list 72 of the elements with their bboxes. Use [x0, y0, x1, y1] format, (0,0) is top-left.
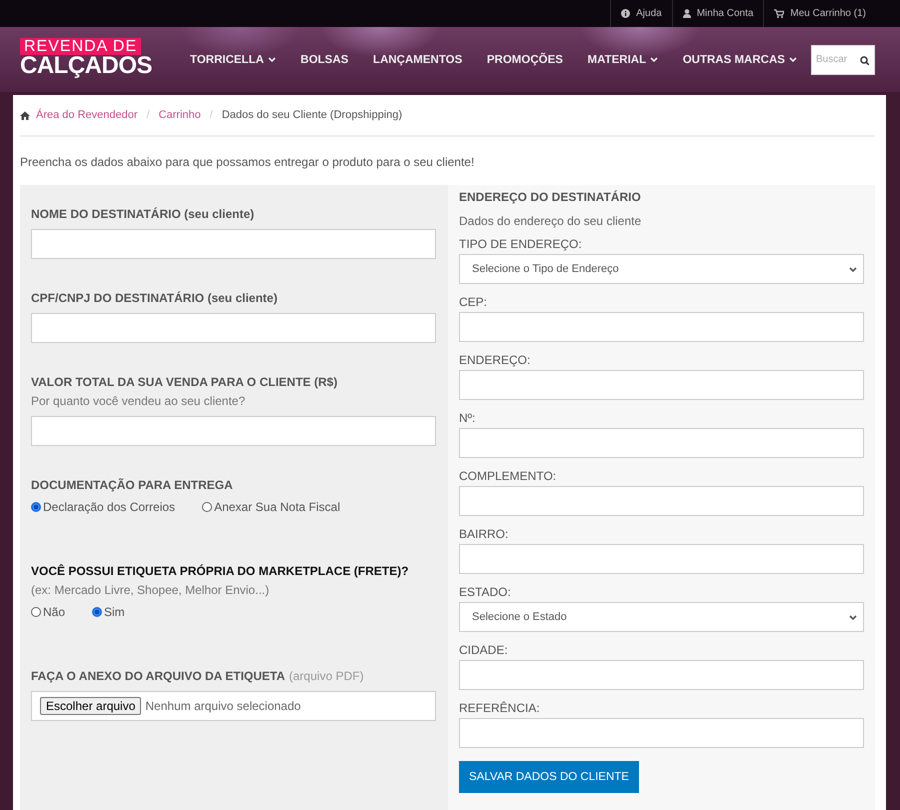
text-field[interactable]	[459, 486, 864, 516]
cart-icon	[774, 9, 784, 18]
field-label: DOCUMENTAÇÃO PARA ENTREGA	[31, 478, 234, 492]
field-label: FAÇA O ANEXO DO ARQUIVO DA ETIQUETA	[31, 669, 286, 683]
chevron-down-icon	[268, 56, 276, 63]
text-field[interactable]	[459, 544, 864, 574]
top-link[interactable]: Ajuda	[610, 0, 672, 27]
chevron-down-icon	[849, 266, 857, 272]
field-label: CIDADE:	[459, 643, 509, 657]
field-label: BAIRRO:	[459, 527, 510, 541]
field-label: TIPO DE ENDEREÇO:	[459, 237, 583, 251]
info-icon	[621, 9, 630, 18]
nav-link[interactable]: LANÇAMENTOS	[373, 54, 462, 66]
text-field[interactable]	[459, 428, 864, 458]
text-field[interactable]	[459, 660, 864, 690]
field-hint: Por quanto você vendeu ao seu cliente?	[31, 394, 246, 408]
text-field[interactable]	[31, 229, 436, 259]
chevron-down-icon	[849, 614, 857, 620]
save-button[interactable]: SALVAR DADOS DO CLIENTE	[459, 761, 639, 793]
nav-link[interactable]: TORRICELLA	[190, 54, 276, 66]
file-status: Nenhum arquivo selecionado	[145, 699, 301, 713]
choose-file-button[interactable]: Escolher arquivo	[40, 697, 142, 715]
option-label: Declaração dos Correios	[43, 500, 176, 514]
radio-button[interactable]	[31, 607, 41, 617]
nav-link[interactable]: PROMOÇÕES	[486, 54, 563, 66]
text-field[interactable]	[459, 718, 864, 748]
field-label: VOCÊ POSSUI ETIQUETA PRÓPRIA DO MARKETPLACE (FRETE)?	[31, 564, 410, 578]
option-label: Anexar Sua Nota Fiscal	[214, 500, 340, 514]
text-field[interactable]	[31, 313, 436, 343]
field-label: CPF/CNPJ DO DESTINATÁRIO (seu cliente)	[31, 291, 278, 305]
field-label: VALOR TOTAL DA SUA VENDA PARA O CLIENTE (R$)	[31, 375, 338, 389]
chevron-down-icon	[650, 56, 658, 63]
text-field[interactable]	[459, 370, 864, 400]
breadcrumb-separator: /	[210, 109, 213, 121]
search-field[interactable]: Buscar	[811, 44, 875, 74]
field-label: REFERÊNCIA:	[459, 701, 541, 715]
section-heading: ENDEREÇO DO DESTINATÁRIO	[459, 190, 642, 204]
option-label: Sim	[104, 605, 125, 619]
chevron-down-icon	[788, 56, 797, 63]
radio-button[interactable]	[31, 502, 41, 512]
breadcrumb-link[interactable]: Carrinho	[158, 109, 201, 121]
field-label: COMPLEMENTO:	[459, 469, 558, 483]
nav-link[interactable]: BOLSAS	[300, 54, 348, 66]
breadcrumb-separator: /	[146, 109, 150, 121]
field-label: NOME DO DESTINATÁRIO (seu cliente)	[31, 207, 256, 221]
breadcrumb-link[interactable]: Área do Revendedor	[36, 109, 138, 121]
logo-wordmark: CALÇADOS	[20, 55, 152, 77]
home-icon	[20, 110, 30, 120]
field-hint: (ex: Mercado Livre, Shopee, Melhor Envio...)	[31, 583, 270, 597]
top-link[interactable]: Meu Carrinho (1)	[763, 0, 876, 27]
field-label: CEP:	[459, 295, 488, 309]
top-link[interactable]: Minha Conta	[672, 0, 764, 27]
text-field[interactable]	[31, 416, 436, 446]
field-note: (arquivo PDF)	[289, 669, 364, 683]
file-field[interactable]: Escolher arquivo Nenhum arquivo selecionado	[31, 691, 436, 721]
select-field[interactable]: Selecione o Tipo de Endereço	[459, 254, 864, 284]
radio-button[interactable]	[202, 502, 212, 512]
logo-tagline: REVENDA DE	[20, 38, 142, 55]
nav-link[interactable]: MATERIAL	[588, 54, 658, 66]
radio-button[interactable]	[92, 607, 102, 617]
field-label: ENDEREÇO:	[459, 353, 532, 367]
search-icon	[860, 56, 869, 64]
breadcrumb-current: Dados do seu Cliente (Dropshipping)	[222, 109, 402, 121]
user-icon	[682, 9, 691, 18]
text-field[interactable]	[459, 312, 864, 342]
intro-text: Preencha os dados abaixo para que possamos entregar o produto para o seu cliente!	[20, 155, 476, 169]
option-label: Não	[43, 605, 66, 619]
nav-link[interactable]: OUTRAS MARCAS	[682, 54, 797, 66]
section-subheading: Dados do endereço do seu cliente	[459, 214, 642, 228]
select-field[interactable]: Selecione o Estado	[459, 602, 864, 632]
field-label: Nº:	[459, 411, 476, 425]
field-label: ESTADO:	[459, 585, 512, 599]
